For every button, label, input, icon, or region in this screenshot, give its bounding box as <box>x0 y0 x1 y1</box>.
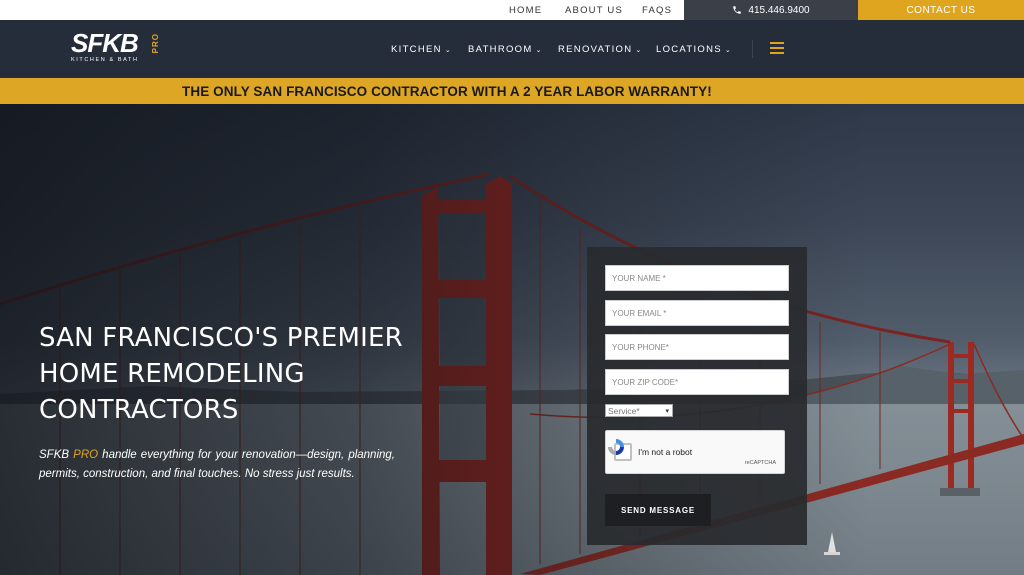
chevron-down-icon: ▾ <box>665 407 669 415</box>
email-field[interactable]: YOUR EMAIL * <box>605 300 789 326</box>
recaptcha-label: I'm not a robot <box>638 447 693 457</box>
send-message-button[interactable]: SEND MESSAGE <box>605 494 711 526</box>
logo-pro: PRO <box>151 33 160 54</box>
top-nav-faqs[interactable]: FAQS <box>642 0 672 20</box>
service-select[interactable]: Service* ▾ <box>605 404 673 417</box>
logo[interactable]: SFKB PRO KITCHEN & BATH <box>71 28 160 63</box>
contact-us-button[interactable]: CONTACT US <box>858 0 1024 20</box>
warranty-banner: THE ONLY SAN FRANCISCO CONTRACTOR WITH A… <box>0 78 1024 104</box>
nav-bathroom[interactable]: BATHROOM ⌄ <box>468 44 543 55</box>
nav-locations[interactable]: LOCATIONS ⌄ <box>656 44 732 55</box>
phone-field[interactable]: YOUR PHONE* <box>605 334 789 360</box>
nav-kitchen[interactable]: KITCHEN ⌄ <box>391 44 452 55</box>
menu-icon[interactable] <box>770 42 784 54</box>
warranty-text: THE ONLY SAN FRANCISCO CONTRACTOR WITH A… <box>182 84 712 99</box>
top-nav-home[interactable]: HOME <box>509 0 542 20</box>
hero-section: SAN FRANCISCO'S PREMIER HOME REMODELING … <box>0 104 1024 575</box>
chevron-down-icon: ⌄ <box>724 46 733 54</box>
recaptcha-icon <box>608 439 624 455</box>
phone-number: 415.446.9400 <box>748 4 810 16</box>
hero-description: SFKB PRO handle everything for your reno… <box>39 449 395 480</box>
recaptcha-brand: reCAPTCHA <box>744 460 776 466</box>
recaptcha-widget: I'm not a robot reCAPTCHA <box>605 430 785 474</box>
chevron-down-icon: ⌄ <box>635 46 643 54</box>
phone-icon <box>733 6 742 14</box>
nav-renovation[interactable]: RENOVATION ⌄ <box>558 44 643 55</box>
logo-subtitle: KITCHEN & BATH <box>71 57 139 63</box>
logo-text: SFKB <box>71 28 139 58</box>
top-nav-about[interactable]: ABOUT US <box>565 0 623 20</box>
chevron-down-icon: ⌄ <box>535 46 543 54</box>
chevron-down-icon: ⌄ <box>444 46 452 54</box>
phone-link[interactable]: 415.446.9400 <box>684 0 858 20</box>
hero-headline: SAN FRANCISCO'S PREMIER HOME REMODELING … <box>39 323 403 425</box>
nav-divider <box>752 40 753 58</box>
zip-field[interactable]: YOUR ZIP CODE* <box>605 369 789 395</box>
name-field[interactable]: YOUR NAME * <box>605 265 789 291</box>
contact-form: YOUR NAME * YOUR EMAIL * YOUR PHONE* YOU… <box>587 247 807 545</box>
